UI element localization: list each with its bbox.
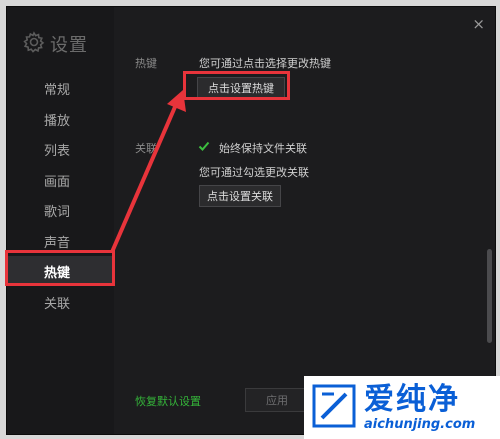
watermark-logo-icon	[312, 384, 356, 432]
annotation-arrow-icon	[110, 90, 186, 253]
watermark: 爱纯净 aichunjing.com	[304, 376, 500, 439]
watermark-url: aichunjing.com	[364, 417, 476, 432]
watermark-brand: 爱纯净	[364, 382, 460, 417]
